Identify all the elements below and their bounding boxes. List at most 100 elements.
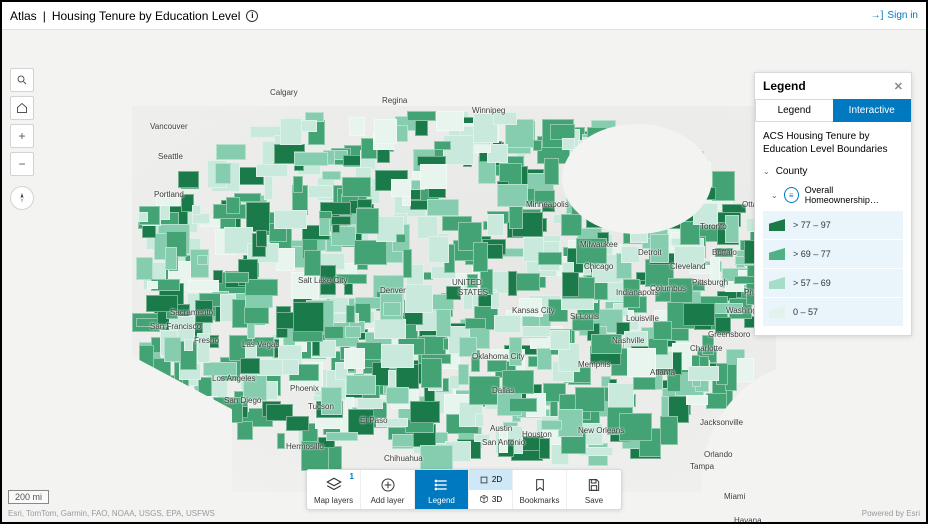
county-polygon xyxy=(277,433,285,449)
attribution-text: Esri, TomTom, Garmin, FAO, NOAA, USGS, E… xyxy=(8,509,215,518)
county-polygon xyxy=(403,249,412,278)
city-label: Winnipeg xyxy=(472,106,505,115)
plus-icon xyxy=(379,476,397,494)
county-polygon xyxy=(458,364,469,385)
close-icon[interactable]: ✕ xyxy=(894,80,903,93)
variable-row[interactable]: ⌄ ≡ Overall Homeownership… xyxy=(763,185,903,205)
city-label: Atlanta xyxy=(650,368,675,377)
county-polygon xyxy=(354,240,387,265)
county-polygon xyxy=(237,421,253,440)
class-break-row[interactable]: 0 – 57 xyxy=(763,298,903,327)
county-polygon xyxy=(256,230,267,248)
legend-button[interactable]: Legend xyxy=(415,470,469,509)
color-swatch xyxy=(769,277,785,289)
tab-legend[interactable]: Legend xyxy=(755,99,833,122)
layer-title: ACS Housing Tenure by Education Level Bo… xyxy=(763,130,903,156)
county-polygon xyxy=(188,280,219,292)
compass-icon xyxy=(16,192,28,204)
city-label: Las Vegas xyxy=(242,340,279,349)
class-break-row[interactable]: > 69 – 77 xyxy=(763,240,903,269)
county-polygon xyxy=(396,364,419,388)
county-polygon xyxy=(660,416,678,445)
county-polygon xyxy=(538,252,562,265)
city-label: Memphis xyxy=(578,360,610,369)
city-label: Miami xyxy=(724,492,745,501)
county-polygon xyxy=(465,318,487,330)
mode-3d-button[interactable]: 3D xyxy=(469,490,512,510)
city-label: San Diego xyxy=(224,396,261,405)
compass-button[interactable] xyxy=(10,186,34,210)
zoom-out-button[interactable]: − xyxy=(10,152,34,176)
county-polygon xyxy=(147,281,158,289)
county-polygon xyxy=(264,176,273,199)
county-polygon xyxy=(405,284,433,313)
county-polygon xyxy=(407,111,436,121)
signin-link[interactable]: →] Sign in xyxy=(871,10,918,21)
mode-2d-button[interactable]: 2D xyxy=(469,470,512,490)
county-polygon xyxy=(331,216,351,225)
zoom-in-button[interactable]: + xyxy=(10,124,34,148)
city-label: Detroit xyxy=(638,248,662,257)
county-polygon xyxy=(494,315,522,333)
city-label: Jacksonville xyxy=(700,418,743,427)
city-label: San Francisco xyxy=(150,322,201,331)
add-layer-button[interactable]: Add layer xyxy=(361,470,415,509)
square-icon xyxy=(479,475,489,485)
city-label: Portland xyxy=(154,190,184,199)
city-label: Kansas City xyxy=(512,306,555,315)
search-icon xyxy=(16,74,28,86)
county-polygon xyxy=(415,120,428,137)
county-polygon xyxy=(541,420,563,430)
info-icon[interactable]: i xyxy=(246,10,258,22)
county-polygon xyxy=(274,210,307,229)
county-polygon xyxy=(357,398,383,409)
city-label: Buffalo xyxy=(712,248,737,257)
county-polygon xyxy=(319,211,332,219)
scale-bar: 200 mi xyxy=(8,490,49,504)
class-breaks-list: > 77 – 97> 69 – 77 > 57 – 69 0 – 57 xyxy=(763,211,903,327)
class-label: 0 – 57 xyxy=(793,307,818,317)
city-label: Tucson xyxy=(308,402,334,411)
county-polygon xyxy=(533,140,543,152)
county-polygon xyxy=(346,375,376,395)
map-controls: + − xyxy=(10,68,34,210)
county-polygon xyxy=(215,163,231,184)
map-canvas[interactable]: VancouverCalgaryReginaWinnipegSeattlePor… xyxy=(2,30,926,522)
county-polygon xyxy=(475,413,483,427)
city-label: Minneapolis xyxy=(526,200,569,209)
layers-icon xyxy=(325,476,343,494)
section-county[interactable]: ⌄ County xyxy=(763,166,903,177)
color-swatch xyxy=(769,248,785,260)
search-button[interactable] xyxy=(10,68,34,92)
county-polygon xyxy=(178,171,199,188)
class-break-row[interactable]: > 57 – 69 xyxy=(763,269,903,298)
county-polygon xyxy=(256,164,288,177)
county-polygon xyxy=(356,208,378,234)
county-polygon xyxy=(346,305,355,323)
county-polygon xyxy=(326,432,358,441)
save-icon xyxy=(585,476,603,494)
county-polygon xyxy=(357,199,372,208)
county-polygon xyxy=(383,302,401,316)
bookmarks-button[interactable]: Bookmarks xyxy=(513,470,567,509)
county-polygon xyxy=(322,171,341,179)
county-polygon xyxy=(197,255,208,265)
county-polygon xyxy=(245,279,277,296)
county-polygon xyxy=(633,377,656,390)
map-layers-button[interactable]: 1 Map layers xyxy=(307,470,361,509)
county-polygon xyxy=(509,398,537,412)
city-label: Orlando xyxy=(704,450,732,459)
county-polygon xyxy=(653,321,672,339)
home-button[interactable] xyxy=(10,96,34,120)
county-polygon xyxy=(344,348,365,369)
bookmark-icon xyxy=(531,476,549,494)
county-polygon xyxy=(136,257,154,281)
bottom-toolbar: 1 Map layers Add layer Legend 2D xyxy=(306,469,622,510)
page-title: Housing Tenure by Education Level xyxy=(52,9,241,23)
class-break-row[interactable]: > 77 – 97 xyxy=(763,211,903,240)
tab-interactive[interactable]: Interactive xyxy=(833,99,912,122)
app-header: Atlas | Housing Tenure by Education Leve… xyxy=(2,2,926,30)
save-button[interactable]: Save xyxy=(567,470,621,509)
class-label: > 57 – 69 xyxy=(793,278,831,288)
county-polygon xyxy=(294,152,328,166)
